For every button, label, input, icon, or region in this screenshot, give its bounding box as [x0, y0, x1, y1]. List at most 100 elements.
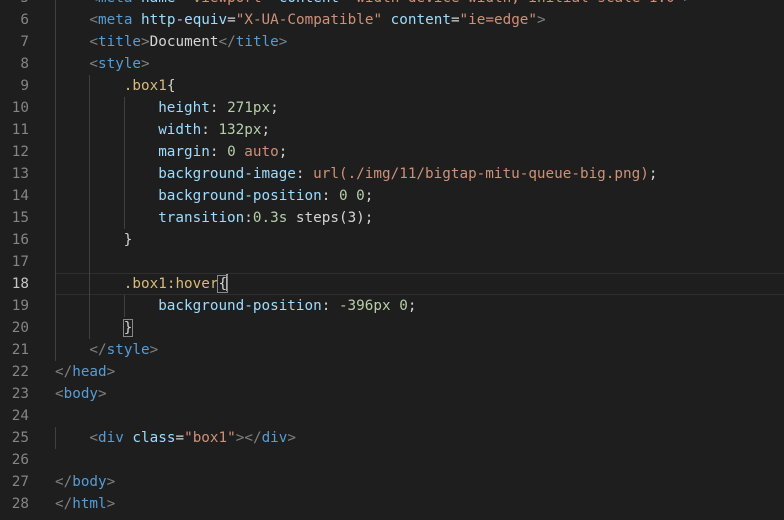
code-line[interactable]: 23 <body> — [0, 383, 784, 405]
code-line[interactable]: 12 margin: 0 auto; — [0, 141, 784, 163]
line-number: 24 — [11, 408, 29, 424]
code-token: ></ — [235, 430, 262, 446]
code-line[interactable]: 14 background-position: 0 0; — [0, 185, 784, 207]
code-token: name — [132, 0, 175, 6]
line-number: 22 — [11, 364, 29, 380]
code-text: background-position: 0 0; — [55, 185, 373, 207]
code-text: <div class="box1"></div> — [55, 427, 296, 449]
code-token: background-position — [158, 188, 322, 204]
line-number: 18 — [11, 276, 29, 292]
code-token: class — [123, 430, 176, 446]
line-number: 28 — [11, 496, 29, 512]
code-text: <meta http-equiv="X-UA-Compatible" conte… — [55, 9, 546, 31]
code-token: Document — [149, 34, 219, 50]
code-text: <body> — [55, 383, 107, 405]
code-token: </ — [218, 34, 236, 50]
code-line[interactable]: 18 .box1:hover{ — [0, 273, 784, 295]
line-number: 21 — [11, 342, 29, 358]
code-token: = — [450, 12, 460, 28]
line-number: 17 — [11, 254, 29, 270]
code-token: </ — [55, 496, 73, 512]
code-token: } — [123, 232, 133, 248]
code-text: transition:0.3s steps(3); — [55, 207, 373, 229]
code-text: } — [55, 317, 134, 339]
code-token: < — [89, 430, 98, 446]
code-text: </body> — [55, 471, 115, 493]
code-token: width — [158, 122, 202, 138]
code-token: : — [295, 166, 314, 182]
code-token: < — [89, 34, 98, 50]
code-token: > — [98, 386, 107, 402]
code-line[interactable]: 8 <style> — [0, 53, 784, 75]
code-token: meta — [98, 12, 133, 28]
code-token: "box1" — [184, 430, 236, 446]
code-text: margin: 0 auto; — [55, 141, 287, 163]
code-token: : — [201, 122, 219, 138]
code-token: ; — [278, 144, 288, 160]
code-line[interactable]: 9 .box1{ — [0, 75, 784, 97]
code-token: > — [141, 56, 150, 72]
code-text: .box1{ — [55, 75, 176, 97]
line-number: 5 — [0, 0, 29, 9]
code-token: content — [382, 12, 451, 28]
code-token: : — [209, 144, 228, 160]
line-number: 16 — [11, 232, 29, 248]
code-token: .box1:hover — [123, 276, 219, 292]
indent-guide — [89, 251, 91, 273]
code-token: </ — [55, 364, 73, 380]
code-token: html — [72, 496, 107, 512]
code-token: height — [158, 100, 210, 116]
code-line[interactable]: 16} — [0, 229, 784, 251]
code-token: "X-UA-Compatible" — [235, 12, 383, 28]
code-text: width: 132px; — [55, 119, 270, 141]
code-token: ; — [648, 166, 658, 182]
code-token: < — [55, 386, 64, 402]
code-line[interactable]: 5 <meta name="viewport" content="width=de… — [0, 0, 784, 9]
code-text: } — [55, 229, 133, 251]
code-token: > — [287, 430, 297, 446]
code-line[interactable]: 22 </head> — [0, 361, 784, 383]
code-lines[interactable]: 5 <meta name="viewport" content="width=de… — [0, 0, 784, 515]
code-token: > — [537, 12, 546, 28]
code-line[interactable]: 15 transition:0.3s steps(3); — [0, 207, 784, 229]
code-text: </head> — [55, 361, 115, 383]
code-text: background-position: -396px 0; — [55, 295, 416, 317]
code-token: 0 — [399, 298, 408, 314]
code-text: </style> — [55, 339, 158, 361]
code-token: "ie=edge" — [459, 12, 538, 28]
code-line[interactable]: 7 <title>Document</title> — [0, 31, 784, 53]
code-line[interactable]: 13 background-image: url(./img/11/bigtap-… — [0, 163, 784, 185]
code-token: meta — [98, 0, 132, 6]
code-token: = — [227, 12, 236, 28]
text-cursor — [226, 274, 229, 291]
code-line[interactable]: 6 <meta http-equiv="X-UA-Compatible" cont… — [0, 9, 784, 31]
code-token: ; — [261, 122, 271, 138]
code-token: background-image — [158, 166, 296, 182]
code-line[interactable]: 25 <div class="box1"></div> — [0, 427, 784, 449]
code-token: = — [339, 0, 348, 6]
code-token: title — [235, 34, 279, 50]
code-token: content — [270, 0, 339, 6]
line-number: 20 — [11, 320, 29, 336]
code-token: style — [98, 56, 142, 72]
code-line[interactable]: 17 — [0, 251, 784, 273]
code-line[interactable]: 28 </html> — [0, 493, 784, 515]
code-line[interactable]: 26 — [0, 449, 784, 471]
code-token: = — [175, 0, 184, 6]
code-line[interactable]: 27 </body> — [0, 471, 784, 493]
code-token: } — [122, 319, 134, 337]
code-line[interactable]: 19 background-position: -396px 0; — [0, 295, 784, 317]
line-number: 8 — [20, 56, 29, 72]
line-number: 10 — [11, 100, 29, 116]
code-line[interactable]: 10 height: 271px; — [0, 97, 784, 119]
code-line[interactable]: 24 — [0, 405, 784, 427]
code-line[interactable]: 20} — [0, 317, 784, 339]
code-text: <meta name="viewport" content="width=dev… — [55, 0, 692, 9]
code-editor[interactable]: 5 <meta name="viewport" content="width=de… — [0, 0, 784, 520]
code-token: -396px — [338, 298, 391, 314]
code-text: <style> — [55, 53, 150, 75]
code-line[interactable]: 21 </style> — [0, 339, 784, 361]
line-number: 26 — [11, 452, 29, 468]
code-line[interactable]: 11 width: 132px; — [0, 119, 784, 141]
